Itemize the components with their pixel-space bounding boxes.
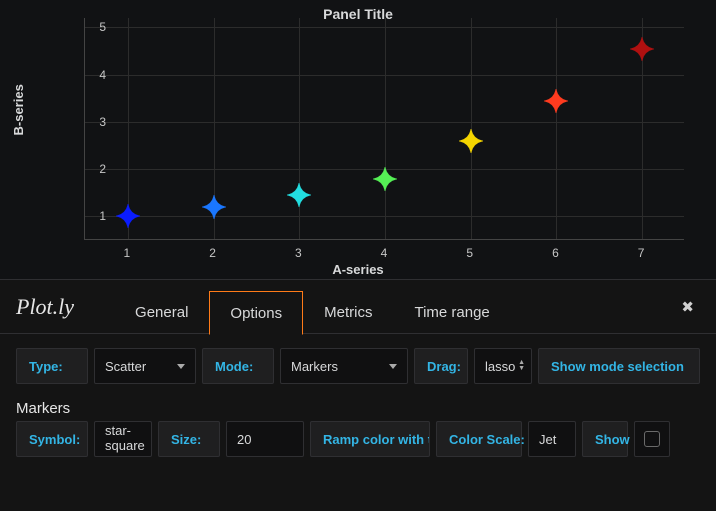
chart-marker[interactable] bbox=[116, 204, 140, 228]
chart-marker[interactable] bbox=[202, 195, 226, 219]
symbol-label: Symbol: bbox=[16, 421, 88, 457]
row-markers: Symbol: star-square Size: Ramp color wit… bbox=[16, 421, 700, 457]
x-tick: 7 bbox=[638, 246, 645, 260]
colorscale-label: Color Scale: bbox=[436, 421, 522, 457]
chart-panel: Panel Title B-series A-series 1234512345… bbox=[0, 0, 716, 280]
editor-tabs: General Options Metrics Time range bbox=[114, 280, 675, 333]
panel-editor: Plot.ly General Options Metrics Time ran… bbox=[0, 280, 716, 511]
chart-marker[interactable] bbox=[544, 89, 568, 113]
x-tick: 3 bbox=[295, 246, 302, 260]
tab-general[interactable]: General bbox=[114, 290, 209, 334]
y-tick: 3 bbox=[99, 115, 106, 129]
chart-ylabel: B-series bbox=[11, 84, 26, 135]
mode-label: Mode: bbox=[202, 348, 274, 384]
x-tick: 4 bbox=[381, 246, 388, 260]
y-tick: 4 bbox=[99, 68, 106, 82]
type-label: Type: bbox=[16, 348, 88, 384]
row-type-mode-drag: Type: Scatter Mode: Markers Drag: lasso … bbox=[16, 348, 700, 384]
mode-select[interactable]: Markers bbox=[280, 348, 408, 384]
checkbox-box-icon bbox=[644, 431, 660, 447]
tab-time-range[interactable]: Time range bbox=[393, 290, 510, 334]
type-select-value: Scatter bbox=[105, 359, 146, 374]
x-tick: 1 bbox=[124, 246, 131, 260]
plot-box[interactable] bbox=[84, 18, 684, 240]
size-field[interactable] bbox=[226, 421, 304, 457]
chart-marker[interactable] bbox=[630, 37, 654, 61]
x-tick: 6 bbox=[552, 246, 559, 260]
chart-marker[interactable] bbox=[459, 129, 483, 153]
symbol-value: star-square bbox=[105, 424, 145, 454]
options-form: Type: Scatter Mode: Markers Drag: lasso … bbox=[0, 334, 716, 457]
editor-header: Plot.ly General Options Metrics Time ran… bbox=[0, 280, 716, 334]
tab-metrics[interactable]: Metrics bbox=[303, 290, 393, 334]
plugin-title: Plot.ly bbox=[16, 294, 74, 320]
drag-spin-icon: ▲▼ bbox=[518, 360, 525, 372]
ramp-color-label: Ramp color with t bbox=[310, 421, 430, 457]
symbol-field[interactable]: star-square bbox=[94, 421, 152, 457]
y-tick: 1 bbox=[99, 209, 106, 223]
size-label: Size: bbox=[158, 421, 220, 457]
size-input[interactable] bbox=[237, 432, 293, 447]
colorscale-field[interactable]: Jet bbox=[528, 421, 576, 457]
y-tick: 2 bbox=[99, 162, 106, 176]
show-mode-selection-link[interactable]: Show mode selection bbox=[538, 348, 700, 384]
drag-select[interactable]: lasso ▲▼ bbox=[474, 348, 532, 384]
show-link[interactable]: Show bbox=[582, 421, 628, 457]
show-checkbox[interactable] bbox=[634, 421, 670, 457]
drag-label: Drag: bbox=[414, 348, 468, 384]
tab-options[interactable]: Options bbox=[209, 291, 303, 335]
x-tick: 5 bbox=[466, 246, 473, 260]
colorscale-value: Jet bbox=[539, 432, 556, 447]
drag-select-value: lasso bbox=[485, 359, 515, 374]
chart-xlabel: A-series bbox=[0, 262, 716, 277]
chart-marker[interactable] bbox=[373, 167, 397, 191]
close-icon[interactable]: ✖ bbox=[675, 292, 700, 322]
chart-marker[interactable] bbox=[287, 183, 311, 207]
markers-heading: Markers bbox=[16, 394, 700, 421]
type-select[interactable]: Scatter bbox=[94, 348, 196, 384]
x-tick: 2 bbox=[209, 246, 216, 260]
mode-select-value: Markers bbox=[291, 359, 338, 374]
y-tick: 5 bbox=[99, 20, 106, 34]
